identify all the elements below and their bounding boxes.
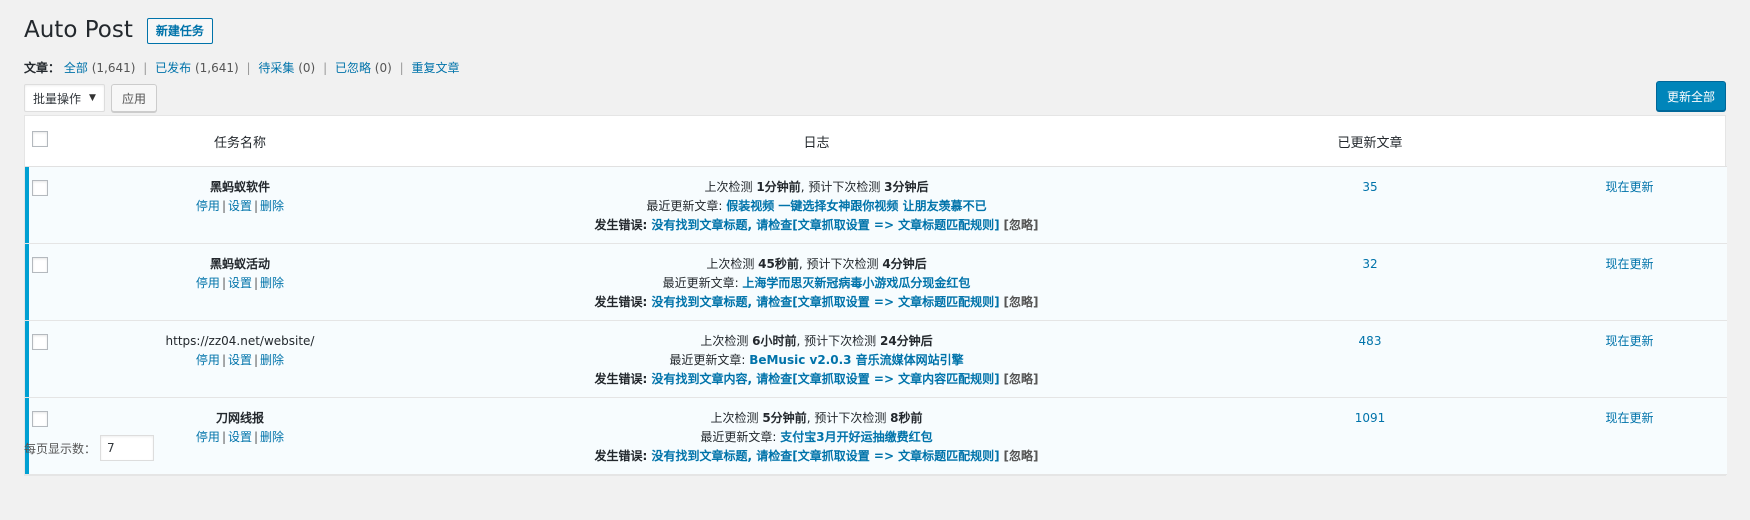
- log-last-check: 上次检测 5分钟前, 预计下次检测 8秒前: [710, 411, 923, 425]
- ignore-error-link[interactable]: [忽略]: [1004, 449, 1039, 463]
- log-latest-post: 最近更新文章: 假装视频 一键选择女神跟你视频 让朋友羡慕不已: [646, 199, 987, 213]
- deactivate-link[interactable]: 停用: [196, 199, 220, 213]
- task-name: https://zz04.net/website/: [165, 334, 315, 348]
- delete-link[interactable]: 删除: [260, 199, 284, 213]
- error-settings-link[interactable]: 没有找到文章标题, 请检查[文章抓取设置 => 文章标题匹配规则]: [651, 218, 999, 232]
- per-page-control: 每页显示数： 7: [24, 435, 155, 461]
- column-task-name: 任务名称: [55, 116, 425, 167]
- task-name: 刀网线报: [215, 411, 264, 425]
- row-actions: 停用 | 设置 | 删除: [195, 199, 285, 213]
- table-header-row: 任务名称 日志 已更新文章: [25, 116, 1727, 167]
- log-error: 发生错误: 没有找到文章标题, 请检查[文章抓取设置 => 文章标题匹配规则] …: [594, 449, 1039, 463]
- add-new-task-button[interactable]: 新建任务: [146, 17, 213, 44]
- log-latest-post: 最近更新文章: BeMusic v2.0.3 音乐流媒体网站引擎: [669, 353, 964, 367]
- log-last-check: 上次检测 1分钟前, 预计下次检测 3分钟后: [704, 180, 929, 194]
- update-now-link[interactable]: 现在更新: [1605, 411, 1653, 425]
- latest-post-link[interactable]: 支付宝3月开好运抽缴费红包: [780, 430, 932, 444]
- per-page-label: 每页显示数：: [24, 441, 97, 456]
- select-all-checkbox[interactable]: [32, 131, 48, 147]
- page-header: Auto Post 新建任务: [24, 16, 213, 45]
- updated-count[interactable]: 483: [1359, 334, 1382, 348]
- filter-all[interactable]: 全部 (1,641): [64, 61, 136, 75]
- filter-published[interactable]: 已发布 (1,641): [155, 61, 239, 75]
- tasks-table: 任务名称 日志 已更新文章 黑蚂蚁软件 停用 | 设置 | 删除 上次检测 1分…: [24, 115, 1727, 476]
- column-updated-count: 已更新文章: [1208, 116, 1532, 167]
- latest-post-link[interactable]: BeMusic v2.0.3 音乐流媒体网站引擎: [749, 353, 963, 367]
- page-title: Auto Post: [24, 17, 133, 43]
- task-name: 黑蚂蚁软件: [209, 180, 270, 194]
- log-error: 发生错误: 没有找到文章标题, 请检查[文章抓取设置 => 文章标题匹配规则] …: [594, 218, 1039, 232]
- status-filters: 文章： 全部 (1,641) | 已发布 (1,641) | 待采集 (0) |…: [24, 61, 460, 75]
- table-row: 黑蚂蚁活动 停用 | 设置 | 删除 上次检测 45秒前, 预计下次检测 4分钟后 最近…: [25, 243, 1727, 321]
- column-log: 日志: [425, 116, 1208, 167]
- settings-link[interactable]: 设置: [228, 353, 252, 367]
- updated-count[interactable]: 1091: [1355, 411, 1386, 425]
- filters-label: 文章: [24, 61, 49, 75]
- row-actions: 停用 | 设置 | 删除: [195, 353, 285, 367]
- deactivate-link[interactable]: 停用: [196, 430, 220, 444]
- delete-link[interactable]: 删除: [260, 276, 284, 290]
- log-latest-post: 最近更新文章: 支付宝3月开好运抽缴费红包: [700, 430, 933, 444]
- filter-ignored[interactable]: 已忽略 (0): [335, 61, 392, 75]
- log-error: 发生错误: 没有找到文章内容, 请检查[文章抓取设置 => 文章内容匹配规则] …: [594, 372, 1039, 386]
- table-row: 黑蚂蚁软件 停用 | 设置 | 删除 上次检测 1分钟前, 预计下次检测 3分钟后 最近…: [25, 166, 1727, 244]
- settings-link[interactable]: 设置: [228, 430, 252, 444]
- chevron-down-icon: ▼: [89, 93, 96, 103]
- error-settings-link[interactable]: 没有找到文章标题, 请检查[文章抓取设置 => 文章标题匹配规则]: [651, 295, 999, 309]
- update-now-link[interactable]: 现在更新: [1605, 180, 1653, 194]
- row-actions: 停用 | 设置 | 删除: [195, 276, 285, 290]
- column-actions: [1532, 116, 1727, 167]
- table-row: 刀网线报 停用 | 设置 | 删除 上次检测 5分钟前, 预计下次检测 8秒前 最近更新…: [25, 397, 1727, 475]
- settings-link[interactable]: 设置: [228, 199, 252, 213]
- ignore-error-link[interactable]: [忽略]: [1004, 295, 1039, 309]
- table-row: https://zz04.net/website/ 停用 | 设置 | 删除 上次检测 …: [25, 320, 1727, 398]
- row-checkbox[interactable]: [32, 411, 48, 427]
- filter-duplicates[interactable]: 重复文章: [411, 61, 459, 75]
- updated-count[interactable]: 32: [1362, 257, 1377, 271]
- ignore-error-link[interactable]: [忽略]: [1004, 218, 1039, 232]
- log-latest-post: 最近更新文章: 上海学而思灭新冠病毒小游戏瓜分现金红包: [662, 276, 971, 290]
- update-now-link[interactable]: 现在更新: [1605, 257, 1653, 271]
- delete-link[interactable]: 删除: [260, 353, 284, 367]
- update-all-button[interactable]: 更新全部: [1655, 81, 1726, 111]
- task-name: 黑蚂蚁活动: [209, 257, 270, 271]
- per-page-input[interactable]: 7: [100, 435, 155, 461]
- log-last-check: 上次检测 6小时前, 预计下次检测 24分钟后: [700, 334, 933, 348]
- settings-link[interactable]: 设置: [228, 276, 252, 290]
- updated-count[interactable]: 35: [1362, 180, 1377, 194]
- row-checkbox[interactable]: [32, 334, 48, 350]
- deactivate-link[interactable]: 停用: [196, 353, 220, 367]
- row-checkbox[interactable]: [32, 180, 48, 196]
- latest-post-link[interactable]: 假装视频 一键选择女神跟你视频 让朋友羡慕不已: [726, 199, 986, 213]
- log-error: 发生错误: 没有找到文章标题, 请检查[文章抓取设置 => 文章标题匹配规则] …: [594, 295, 1039, 309]
- deactivate-link[interactable]: 停用: [196, 276, 220, 290]
- bulk-actions: 批量操作 ▼ 应用: [24, 84, 157, 112]
- row-checkbox[interactable]: [32, 257, 48, 273]
- error-settings-link[interactable]: 没有找到文章标题, 请检查[文章抓取设置 => 文章标题匹配规则]: [651, 449, 999, 463]
- update-now-link[interactable]: 现在更新: [1605, 334, 1653, 348]
- apply-button[interactable]: 应用: [110, 84, 157, 112]
- ignore-error-link[interactable]: [忽略]: [1004, 372, 1039, 386]
- error-settings-link[interactable]: 没有找到文章内容, 请检查[文章抓取设置 => 文章内容匹配规则]: [651, 372, 999, 386]
- latest-post-link[interactable]: 上海学而思灭新冠病毒小游戏瓜分现金红包: [742, 276, 970, 290]
- filter-pending[interactable]: 待采集 (0): [258, 61, 315, 75]
- delete-link[interactable]: 删除: [260, 430, 284, 444]
- log-last-check: 上次检测 45秒前, 预计下次检测 4分钟后: [706, 257, 927, 271]
- bulk-action-select[interactable]: 批量操作 ▼: [24, 84, 105, 112]
